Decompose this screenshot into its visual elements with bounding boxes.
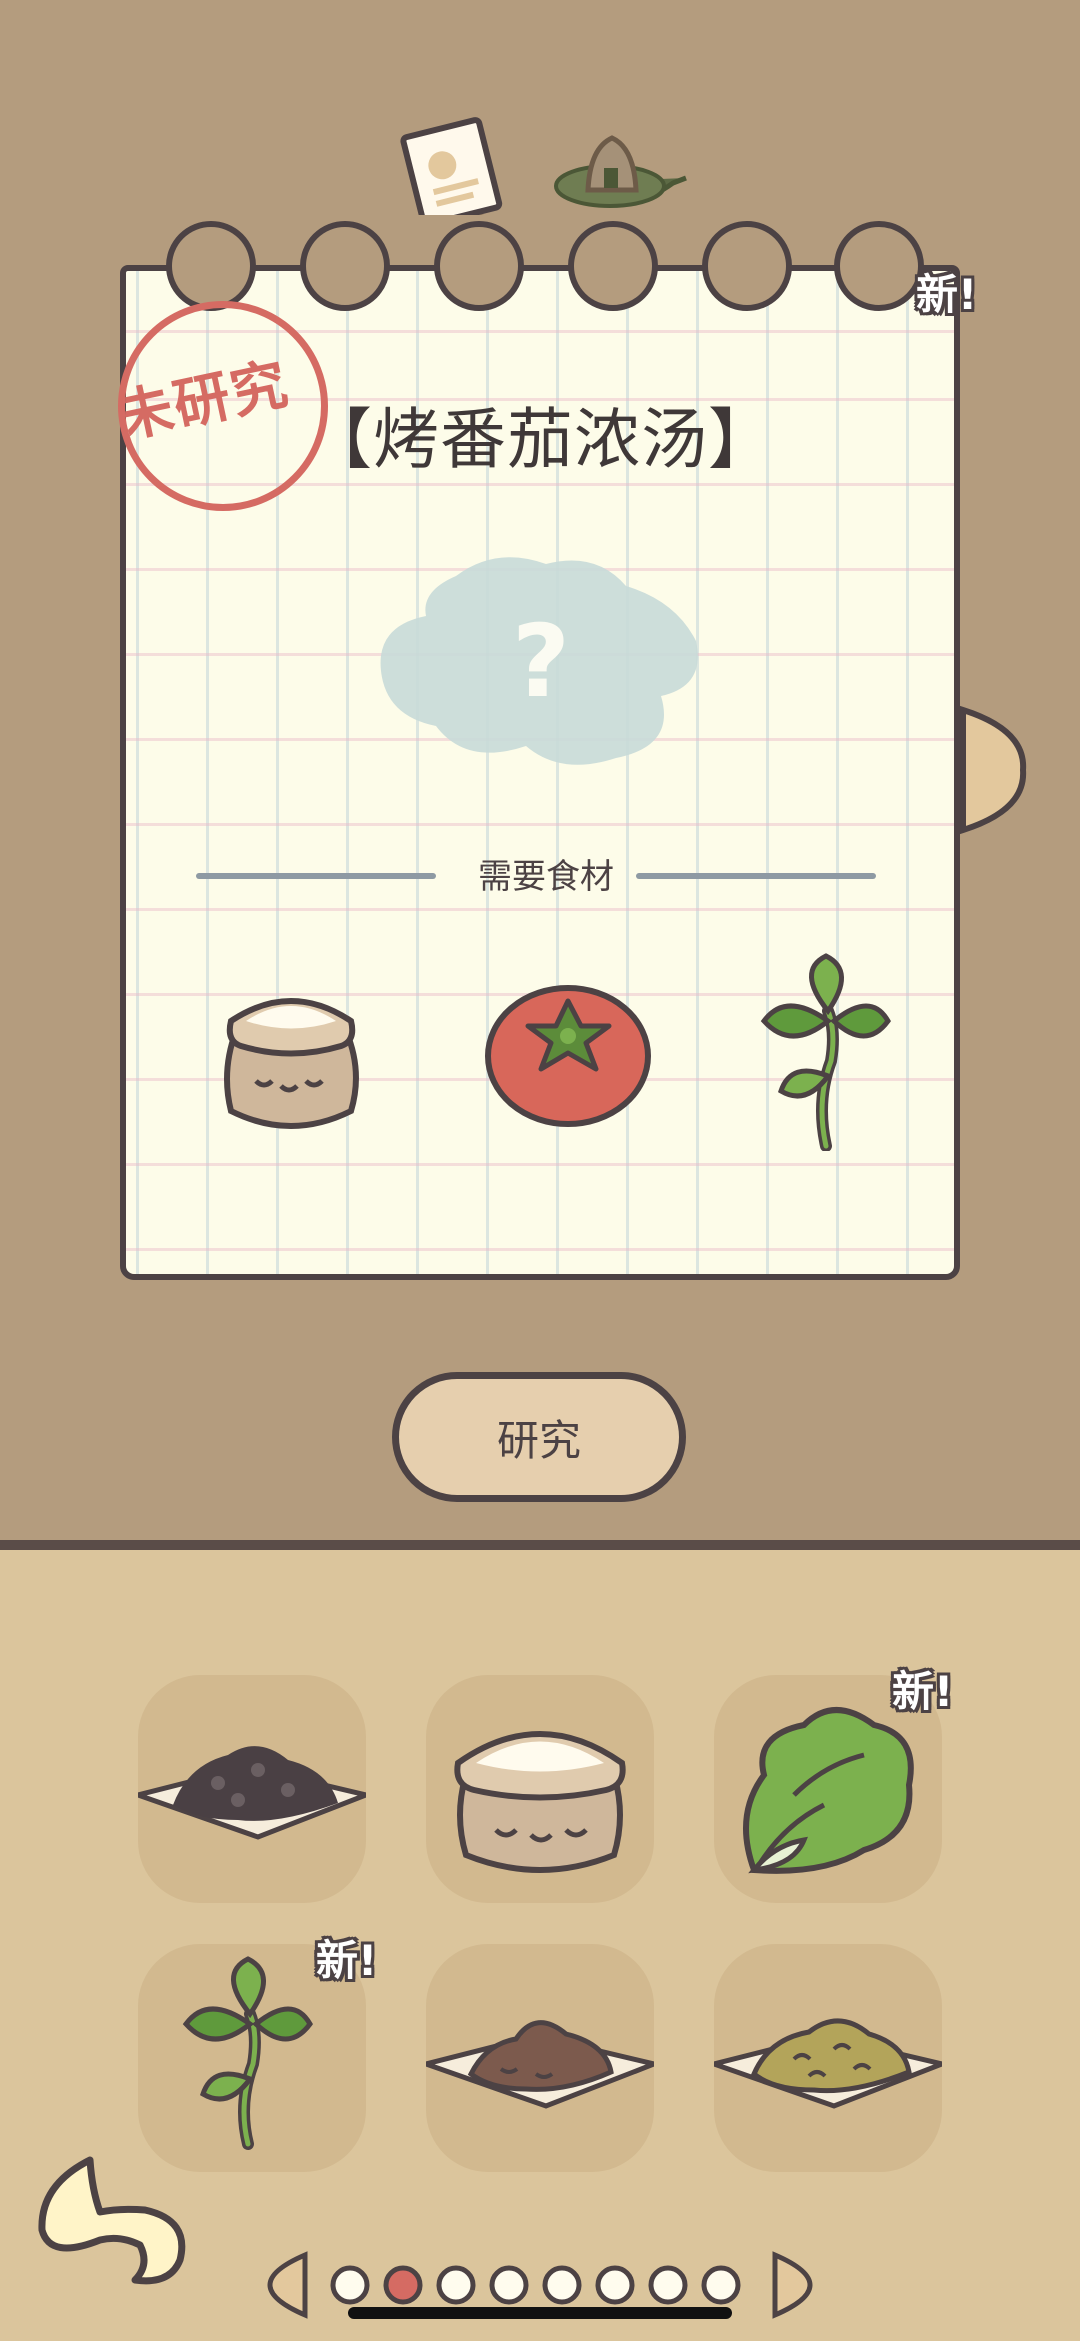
page-dot (489, 2265, 529, 2305)
inventory-slot[interactable] (714, 1944, 942, 2172)
binder-hole (834, 221, 924, 311)
page-dot (648, 2265, 688, 2305)
page-dot-active (383, 2265, 423, 2305)
new-badge: 新! (916, 270, 978, 319)
dish-collection-tab-icon[interactable] (548, 128, 692, 218)
flour-sack-icon (454, 1731, 626, 1873)
tomato-icon (485, 985, 651, 1127)
binder-hole (702, 221, 792, 311)
new-badge: 新! (316, 1936, 378, 1985)
page-dot (330, 2265, 370, 2305)
page-dot (595, 2265, 635, 2305)
unknown-mark: ? (512, 603, 570, 720)
next-page-arrow-icon (772, 2251, 813, 2319)
unknown-dish-silhouette-icon: ? (380, 557, 698, 765)
research-button[interactable]: 研究 (392, 1372, 686, 1502)
basil-icon (760, 953, 891, 1151)
black-bean-pile-icon (138, 1746, 366, 1840)
unresearched-stamp: 未研究 (118, 301, 328, 511)
inventory-slot[interactable] (138, 1675, 366, 1903)
binder-hole (434, 221, 524, 311)
previous-page-arrow-icon (267, 2251, 308, 2319)
inventory-slot[interactable] (426, 1675, 654, 1903)
back-arrow-icon[interactable] (30, 2150, 190, 2290)
page-dot (436, 2265, 476, 2305)
binder-hole (166, 221, 256, 311)
inventory-slot[interactable] (426, 1944, 654, 2172)
dish-title: 【烤番茄浓汤】 (306, 401, 775, 478)
next-recipe-tab[interactable] (958, 705, 1028, 835)
yellow-grain-pile-icon (714, 2018, 942, 2109)
stamp-text: 未研究 (118, 350, 295, 452)
flour-sack-icon (224, 998, 359, 1129)
page-dot (701, 2265, 741, 2305)
recipe-notebook-card: 新! 未研究 【烤番茄浓汤】 ? 需要食材 (118, 215, 977, 1280)
binder-hole (300, 221, 390, 311)
panel-divider (0, 1540, 1080, 1550)
brown-paste-pile-icon (426, 2020, 654, 2109)
home-indicator (348, 2307, 732, 2319)
page-dot (542, 2265, 582, 2305)
ingredients-header: 需要食材 (478, 857, 614, 897)
binder-hole (568, 221, 658, 311)
new-badge: 新! (892, 1667, 954, 1716)
